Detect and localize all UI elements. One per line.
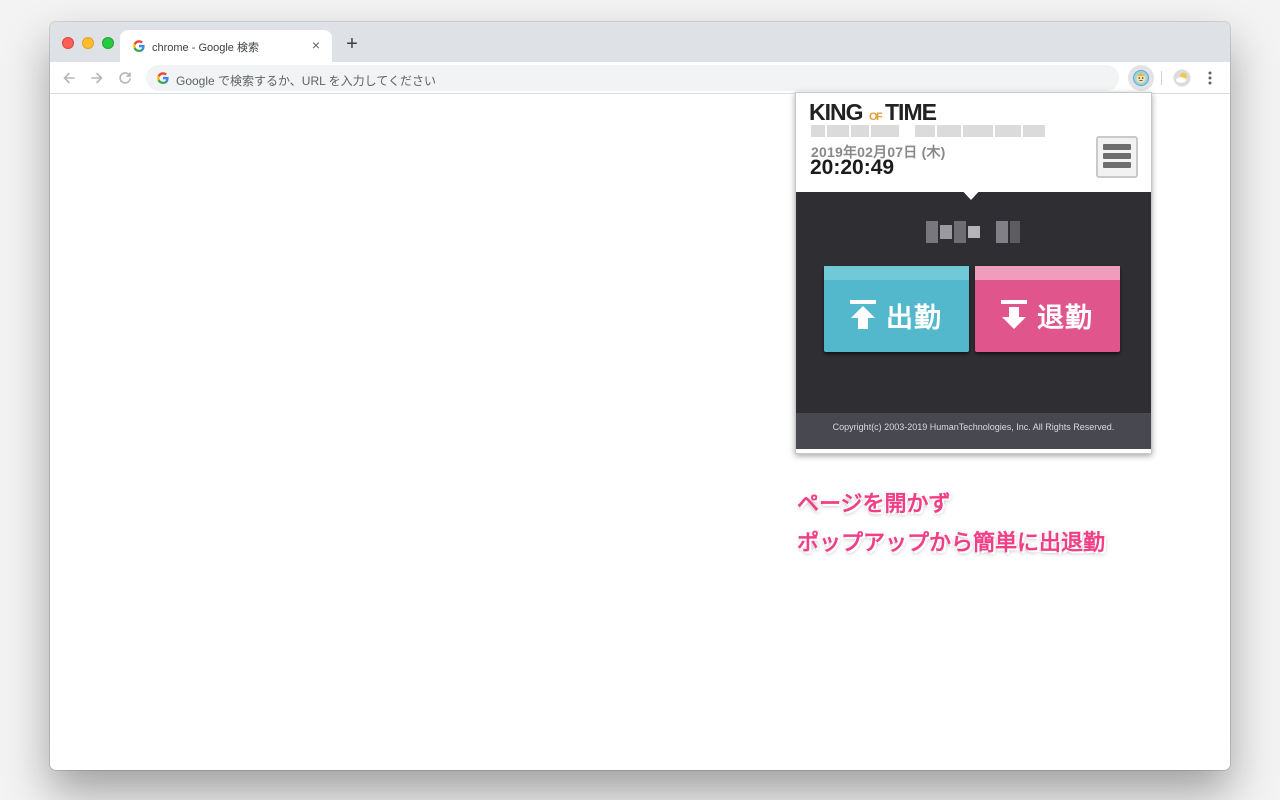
tab-strip: chrome - Google 検索 × +	[50, 22, 1230, 62]
king-of-time-logo: KING O F TIME	[809, 99, 938, 125]
weather-extension-icon	[1173, 69, 1191, 87]
google-icon	[133, 40, 145, 52]
hamburger-icon	[1103, 144, 1131, 150]
svg-text:KING: KING	[809, 99, 863, 125]
blurred-username	[811, 125, 1045, 139]
popup-pointer	[958, 186, 984, 200]
google-icon	[157, 72, 169, 84]
clock-out-button[interactable]: 退勤	[975, 266, 1120, 352]
minimize-window-button[interactable]	[82, 37, 94, 49]
tab-google-search[interactable]: chrome - Google 検索 ×	[120, 30, 332, 62]
svg-text:TIME: TIME	[885, 99, 937, 125]
arrow-down-icon	[1001, 300, 1027, 329]
toolbar-separator	[1161, 71, 1162, 85]
address-bar[interactable]: Google で検索するか、URL を入力してください	[146, 65, 1119, 91]
popup-header: KING O F TIME 2019年02月07日 (木) 20:20:49	[796, 93, 1151, 192]
arrow-up-icon	[850, 300, 876, 329]
close-tab-icon[interactable]: ×	[308, 37, 324, 53]
more-menu-icon[interactable]	[1200, 68, 1220, 88]
caption-line-1: ページを開かず	[797, 491, 951, 516]
new-tab-button[interactable]: +	[342, 34, 362, 54]
svg-text:F: F	[876, 111, 883, 123]
clock-in-button[interactable]: 出勤	[824, 266, 969, 352]
browser-toolbar: Google で検索するか、URL を入力してください	[50, 62, 1230, 94]
king-of-time-popup: KING O F TIME 2019年02月07日 (木) 20:20:49 出…	[795, 92, 1152, 454]
popup-footer: Copyright(c) 2003-2019 HumanTechnologies…	[796, 413, 1151, 449]
forward-icon[interactable]	[86, 67, 108, 89]
king-of-time-extension-icon	[1133, 70, 1149, 86]
address-bar-placeholder: Google で検索するか、URL を入力してください	[176, 74, 436, 88]
back-icon[interactable]	[58, 67, 80, 89]
copyright-text: Copyright(c) 2003-2019 HumanTechnologies…	[832, 422, 1115, 432]
reload-icon[interactable]	[114, 67, 136, 89]
blurred-employee-name	[926, 221, 1020, 243]
popup-body: 出勤 退勤	[796, 192, 1151, 413]
caption-line-2: ポップアップから簡単に出退勤	[797, 530, 1106, 555]
king-of-time-extension-button[interactable]	[1128, 65, 1154, 91]
clock-out-label: 退勤	[1037, 303, 1093, 333]
tab-title: chrome - Google 検索	[152, 42, 259, 54]
current-time: 20:20:49	[810, 156, 895, 179]
close-window-button[interactable]	[62, 37, 74, 49]
clock-in-label: 出勤	[886, 303, 942, 333]
maximize-window-button[interactable]	[102, 37, 114, 49]
weather-extension-button[interactable]	[1169, 65, 1195, 91]
menu-button[interactable]	[1096, 136, 1138, 178]
